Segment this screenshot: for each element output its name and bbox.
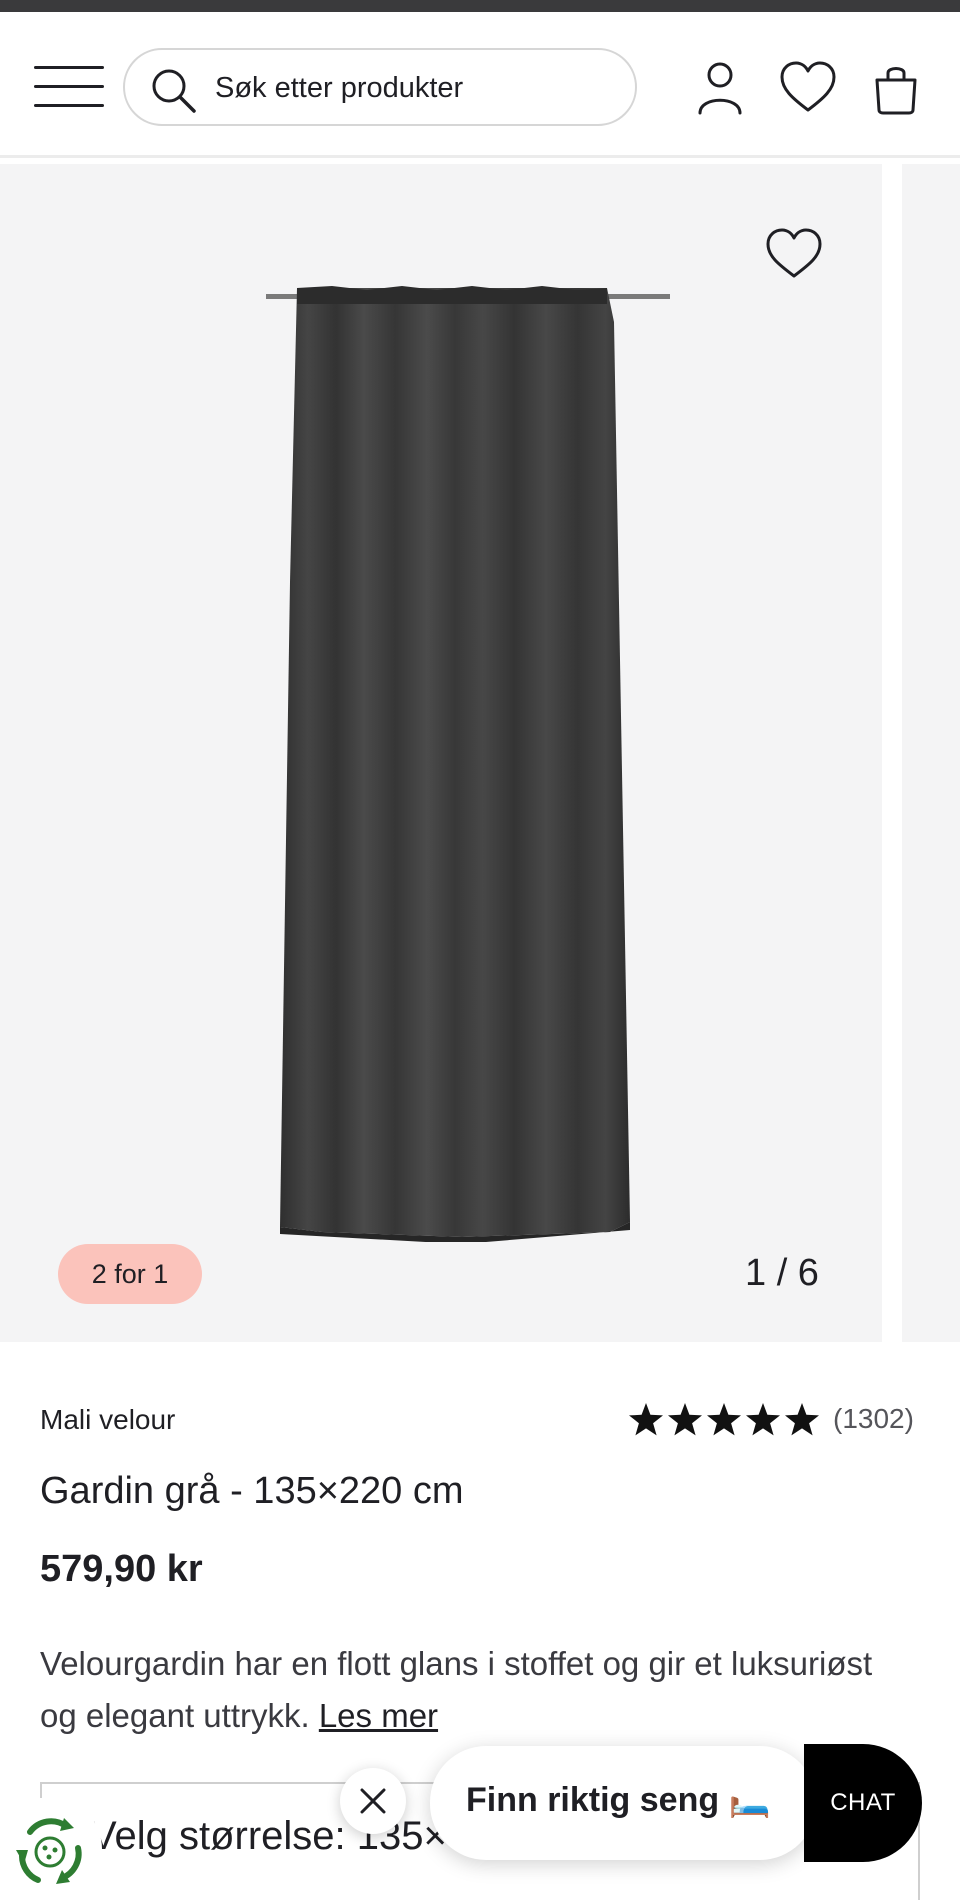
search-icon (152, 69, 196, 113)
user-icon[interactable] (690, 58, 750, 118)
product-price: 579,90 kr (40, 1548, 203, 1590)
menu-icon-bar (34, 104, 104, 107)
menu-icon-bar (34, 66, 104, 69)
add-to-favorites-heart-icon[interactable] (764, 226, 824, 280)
product-description: Velourgardin har en flott glans i stoffe… (40, 1638, 900, 1742)
description-text: Velourgardin har en flott glans i stoffe… (40, 1645, 873, 1734)
promo-text: Finn riktig seng 🛏️ (466, 1781, 771, 1819)
search-input[interactable]: Søk etter produkter (123, 48, 637, 126)
close-icon (360, 1788, 386, 1814)
review-count: (1302) (833, 1403, 914, 1434)
chat-button[interactable]: CHAT (804, 1744, 922, 1862)
close-promo-button[interactable] (340, 1768, 406, 1834)
image-counter: 1 / 6 (745, 1252, 819, 1294)
product-image-gallery[interactable]: 2 for 1 1 / 6 (0, 164, 960, 1342)
eco-badge[interactable] (0, 1798, 102, 1900)
product-image-curtain (266, 286, 670, 1242)
shopping-bag-icon[interactable] (866, 58, 926, 118)
bed-finder-promo[interactable]: Finn riktig seng 🛏️ (430, 1746, 816, 1860)
recycle-icon (16, 1818, 82, 1884)
read-more-link[interactable]: Les mer (319, 1697, 438, 1734)
product-title: Gardin grå - 135×220 cm (40, 1470, 464, 1512)
product-brand: Mali velour (40, 1404, 176, 1435)
next-gallery-slide-peek[interactable] (902, 164, 960, 1342)
heart-icon[interactable] (778, 58, 838, 118)
menu-button[interactable] (34, 64, 104, 110)
gallery-slide[interactable]: 2 for 1 1 / 6 (0, 164, 882, 1342)
rating-stars-icon (629, 1403, 819, 1436)
product-rating[interactable]: (1302) (628, 1400, 928, 1440)
search-placeholder: Søk etter produkter (215, 72, 464, 104)
promo-badge: 2 for 1 (58, 1244, 202, 1304)
menu-icon-bar (34, 85, 104, 88)
status-strip (0, 0, 960, 12)
site-header: Søk etter produkter (0, 12, 960, 158)
